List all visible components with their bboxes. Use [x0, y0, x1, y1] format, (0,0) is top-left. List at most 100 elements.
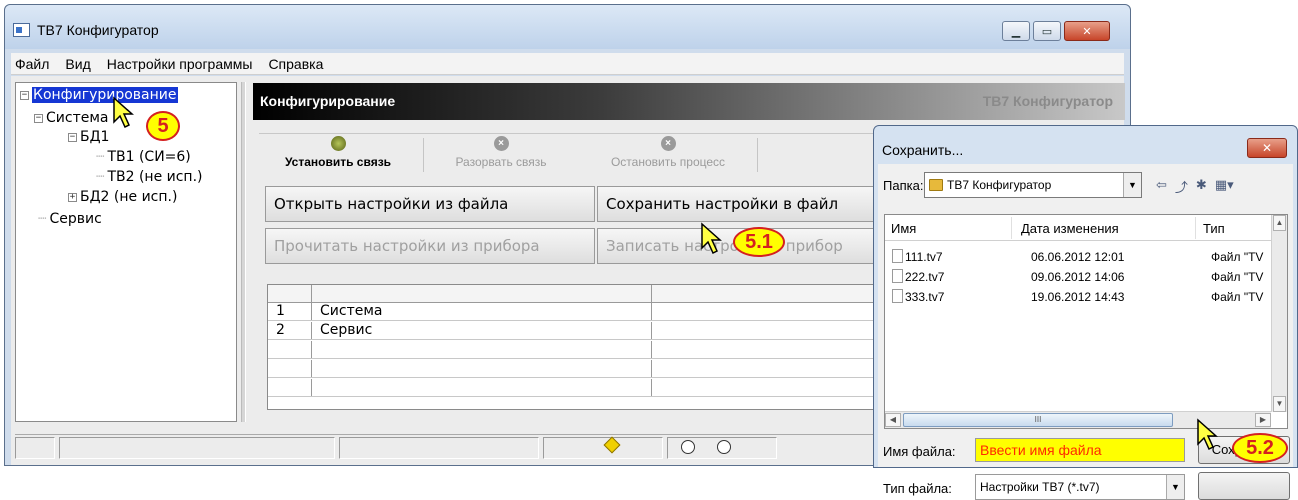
dialog-close-button[interactable]: ✕ [1247, 138, 1287, 158]
step-callout-5-2: 5.2 [1232, 433, 1288, 463]
row-name: Система [312, 303, 652, 320]
tree-label: ТВ2 (не исп.) [107, 169, 203, 185]
column-date[interactable]: Дата изменения [1021, 221, 1119, 236]
column-type[interactable]: Тип [1203, 221, 1225, 236]
table-row[interactable] [268, 360, 906, 378]
menu-bar: Файл Вид Настройки программы Справка [11, 53, 1124, 75]
maximize-icon: ▭ [1041, 25, 1053, 38]
table-row[interactable]: 1 Система [268, 303, 906, 321]
status-cell [59, 437, 335, 459]
open-settings-file-button[interactable]: Открыть настройки из файла [265, 186, 595, 222]
splitter[interactable] [241, 82, 246, 422]
menu-view[interactable]: Вид [65, 56, 90, 72]
scroll-up-icon[interactable]: ▲ [1273, 215, 1286, 231]
app-icon [13, 23, 30, 37]
save-dialog: Сохранить... ✕ Папка: ТВ7 Конфигуратор ▼… [873, 125, 1298, 500]
file-icon [892, 249, 903, 263]
toolbar: Установить связь × Разорвать связь × Ост… [259, 133, 879, 177]
collapse-icon[interactable]: − [68, 132, 77, 142]
tree-item-service[interactable]: ┈ Сервис [38, 209, 102, 229]
file-date: 09.06.2012 14:06 [1031, 270, 1125, 284]
save-settings-file-button[interactable]: Сохранить настройки в файл [597, 186, 887, 222]
new-folder-icon[interactable]: ✱ [1196, 177, 1207, 196]
filetype-value: Настройки ТВ7 (*.tv7) [980, 480, 1100, 494]
tree-item-root[interactable]: − Конфигурирование [20, 85, 179, 105]
tree-item-bd1[interactable]: − БД1 [68, 127, 109, 147]
disconnect-label: Разорвать связь [455, 155, 547, 169]
scroll-left-icon[interactable]: ◀ [885, 413, 901, 427]
maximize-button[interactable]: ▭ [1033, 21, 1061, 41]
status-circle-icon [717, 440, 731, 454]
section-header: Конфигурирование ТВ7 Конфигуратор [253, 83, 1125, 120]
folder-value: ТВ7 Конфигуратор [947, 178, 1052, 192]
vertical-scrollbar[interactable]: ▲ ▼ [1271, 215, 1287, 412]
filetype-label: Тип файла: [883, 481, 952, 496]
back-arrow-icon[interactable]: ⇦ [1156, 177, 1167, 196]
sections-table[interactable]: 1 Система 2 Сервис [267, 284, 907, 410]
folder-select[interactable]: ТВ7 Конфигуратор ▼ [924, 172, 1142, 198]
tree-item-tv1[interactable]: ┈ ТВ1 (СИ=6) [96, 147, 191, 167]
table-row[interactable] [268, 341, 906, 359]
up-folder-icon[interactable]: ⤴ [1175, 177, 1188, 196]
expand-icon[interactable]: + [68, 192, 77, 202]
cancel-button[interactable] [1198, 472, 1290, 500]
table-header [268, 285, 906, 303]
file-type: Файл "TV [1211, 250, 1264, 264]
chevron-down-icon[interactable]: ▼ [1123, 173, 1141, 197]
disconnect-button[interactable]: × Разорвать связь [431, 136, 571, 169]
dialog-body: Папка: ТВ7 Конфигуратор ▼ ⇦ ⤴ ✱ ▦▾ Имя Д… [878, 164, 1293, 500]
minimize-button[interactable]: ▁ [1002, 21, 1030, 41]
close-icon: ✕ [1082, 25, 1092, 38]
menu-help[interactable]: Справка [268, 56, 323, 72]
row-number: 1 [268, 303, 312, 320]
scroll-thumb[interactable]: III [903, 413, 1173, 427]
scroll-down-icon[interactable]: ▼ [1273, 396, 1286, 412]
close-button[interactable]: ✕ [1064, 21, 1110, 41]
tree-item-system[interactable]: − Система [34, 108, 108, 128]
table-row[interactable] [268, 379, 906, 397]
tree-item-bd2[interactable]: + БД2 (не исп.) [68, 187, 177, 207]
view-menu-icon[interactable]: ▦▾ [1215, 177, 1234, 196]
file-list[interactable]: Имя Дата изменения Тип 111.tv7 06.06.201… [884, 214, 1288, 429]
toolbar-separator [423, 138, 424, 172]
tree-line: ┈ [96, 149, 105, 165]
filename-input[interactable]: Ввести имя файла [975, 438, 1185, 462]
mouse-pointer-icon [113, 96, 134, 129]
stop-button[interactable]: × Остановить процесс [593, 136, 743, 169]
chevron-down-icon[interactable]: ▼ [1166, 475, 1184, 499]
tree-line: ┈ [96, 169, 105, 185]
read-device-button[interactable]: Прочитать настройки из прибора [265, 228, 595, 264]
tree-label: БД2 (не исп.) [80, 189, 178, 205]
file-icon [892, 269, 903, 283]
collapse-icon[interactable]: − [20, 90, 29, 100]
config-tree[interactable]: − Конфигурирование − Система − БД1 ┈ ТВ1… [15, 82, 237, 422]
table-row[interactable]: 2 Сервис [268, 322, 906, 340]
file-row[interactable]: 222.tv7 09.06.2012 14:06 Файл "TV [885, 267, 1271, 287]
folder-label: Папка: [883, 178, 924, 193]
filename-label: Имя файла: [883, 444, 956, 459]
scroll-right-icon[interactable]: ▶ [1255, 413, 1271, 427]
tree-line: ┈ [38, 211, 47, 227]
file-icon [892, 289, 903, 303]
step-callout-5-1: 5.1 [733, 227, 785, 257]
collapse-icon[interactable]: − [34, 113, 43, 123]
file-date: 06.06.2012 12:01 [1031, 250, 1125, 264]
file-name: 333.tv7 [905, 290, 945, 304]
file-type: Файл "TV [1211, 290, 1264, 304]
tree-item-tv2[interactable]: ┈ ТВ2 (не исп.) [96, 167, 203, 187]
step-callout-5: 5 [146, 111, 180, 141]
menu-settings[interactable]: Настройки программы [107, 56, 253, 72]
minimize-icon: ▁ [1011, 25, 1021, 38]
tree-label: БД1 [80, 129, 110, 145]
connect-button[interactable]: Установить связь [267, 136, 409, 169]
menu-file[interactable]: Файл [15, 56, 49, 72]
status-cell [15, 437, 55, 459]
file-row[interactable]: 333.tv7 19.06.2012 14:43 Файл "TV [885, 287, 1271, 307]
row-number: 2 [268, 322, 312, 339]
file-date: 19.06.2012 14:43 [1031, 290, 1125, 304]
file-row[interactable]: 111.tv7 06.06.2012 12:01 Файл "TV [885, 247, 1271, 267]
filetype-select[interactable]: Настройки ТВ7 (*.tv7) ▼ [975, 474, 1185, 500]
cancel-icon: × [660, 136, 676, 151]
column-name[interactable]: Имя [891, 221, 916, 236]
connect-icon [330, 136, 346, 151]
